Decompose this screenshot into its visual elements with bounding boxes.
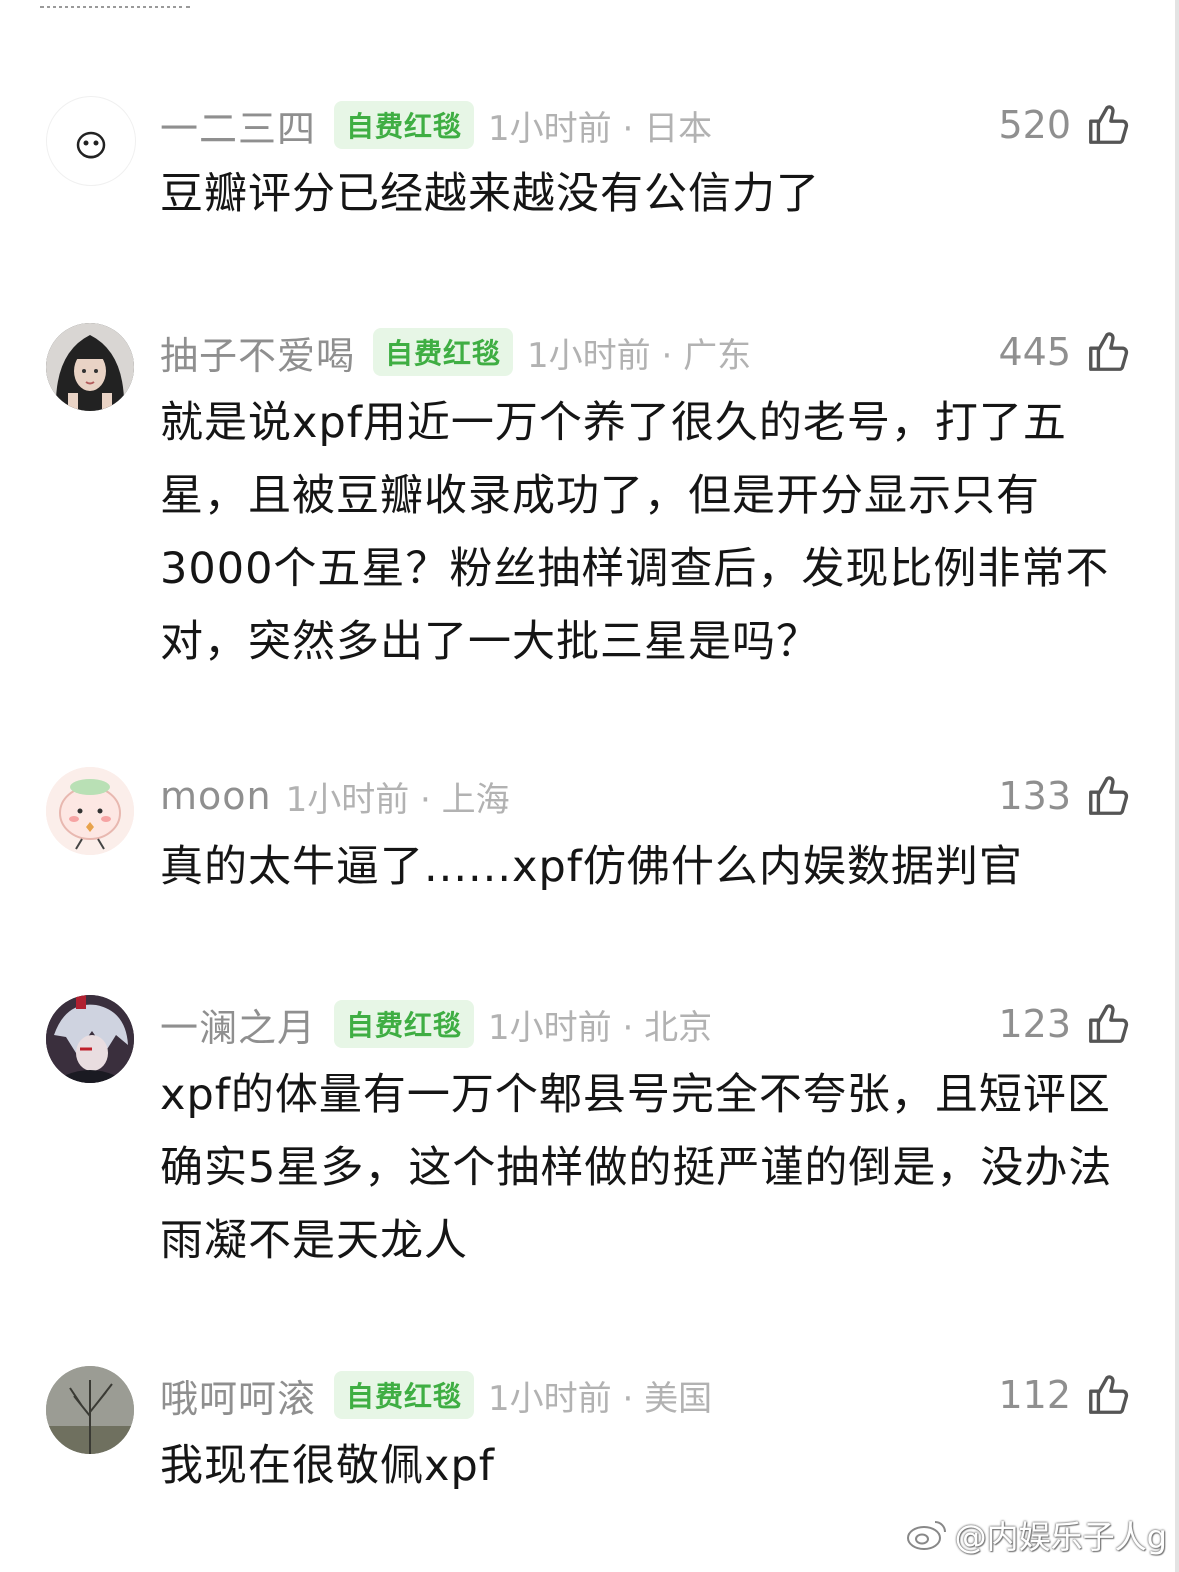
comment-text: 豆瓣评分已经越来越没有公信力了 [160, 169, 820, 219]
tree-photo-avatar-icon [46, 1366, 134, 1454]
like-button[interactable]: 133 [998, 771, 1131, 821]
thumbs-up-icon [1089, 1375, 1129, 1414]
comment-text: xpf的体量有一万个郫县号完全不夸张，且短评区确实5星多，这个抽样做的挺严谨的倒… [160, 1070, 1113, 1266]
avatar[interactable] [46, 96, 136, 186]
comment-text: 我现在很敬佩xpf [160, 1441, 495, 1491]
cut-off-top-text [40, 0, 210, 8]
status-badge: 自费红毯 [334, 101, 475, 149]
like-count: 133 [998, 774, 1071, 818]
thumbs-up-icon [1089, 776, 1129, 815]
like-button[interactable]: 123 [998, 999, 1131, 1049]
like-button[interactable]: 112 [998, 1370, 1131, 1420]
comment-meta: 1小时前 · 日本 [488, 108, 713, 149]
like-count: 123 [998, 1002, 1071, 1046]
thumbs-up-icon [1089, 105, 1129, 144]
like-count: 112 [998, 1373, 1071, 1417]
comment-meta: 1小时前 · 美国 [488, 1378, 713, 1419]
username[interactable]: 一澜之月 [160, 997, 316, 1052]
like-count: 520 [998, 103, 1071, 147]
avatar[interactable] [46, 1366, 134, 1454]
anime-character-avatar-icon [46, 995, 134, 1083]
pink-cartoon-avatar-icon [46, 767, 134, 855]
cartoon-face-avatar-icon [76, 131, 106, 159]
comment-text: 就是说xpf用近一万个养了很久的老号，打了五星，且被豆瓣收录成功了，但是开分显示… [160, 398, 1110, 667]
status-badge: 自费红毯 [334, 1000, 475, 1048]
like-button[interactable]: 520 [998, 100, 1131, 150]
comment-text: 真的太牛逼了......xpf仿佛什么内娱数据判官 [160, 842, 1023, 892]
portrait-avatar-icon [46, 323, 134, 411]
avatar[interactable] [46, 995, 134, 1083]
watermark: @内娱乐子人g [905, 1512, 1167, 1558]
like-count: 445 [998, 330, 1071, 374]
comment-meta: 1小时前 · 上海 [285, 779, 510, 820]
status-badge: 自费红毯 [334, 1371, 475, 1419]
comment-meta: 1小时前 · 北京 [488, 1007, 713, 1048]
scroll-edge [1175, 0, 1179, 1572]
watermark-text: @内娱乐子人g [954, 1518, 1167, 1556]
status-badge: 自费红毯 [373, 328, 514, 376]
username[interactable]: 抽子不爱喝 [160, 325, 355, 380]
username[interactable]: 一二三四 [160, 98, 316, 153]
weibo-logo-icon [906, 1521, 946, 1550]
thumbs-up-icon [1089, 1004, 1129, 1043]
like-button[interactable]: 445 [998, 327, 1131, 377]
username[interactable]: moon [160, 774, 272, 818]
avatar[interactable] [46, 323, 134, 411]
avatar[interactable] [46, 767, 134, 855]
username[interactable]: 哦呵呵滚 [160, 1368, 316, 1423]
thumbs-up-icon [1089, 332, 1129, 371]
comment-meta: 1小时前 · 广东 [527, 335, 752, 376]
